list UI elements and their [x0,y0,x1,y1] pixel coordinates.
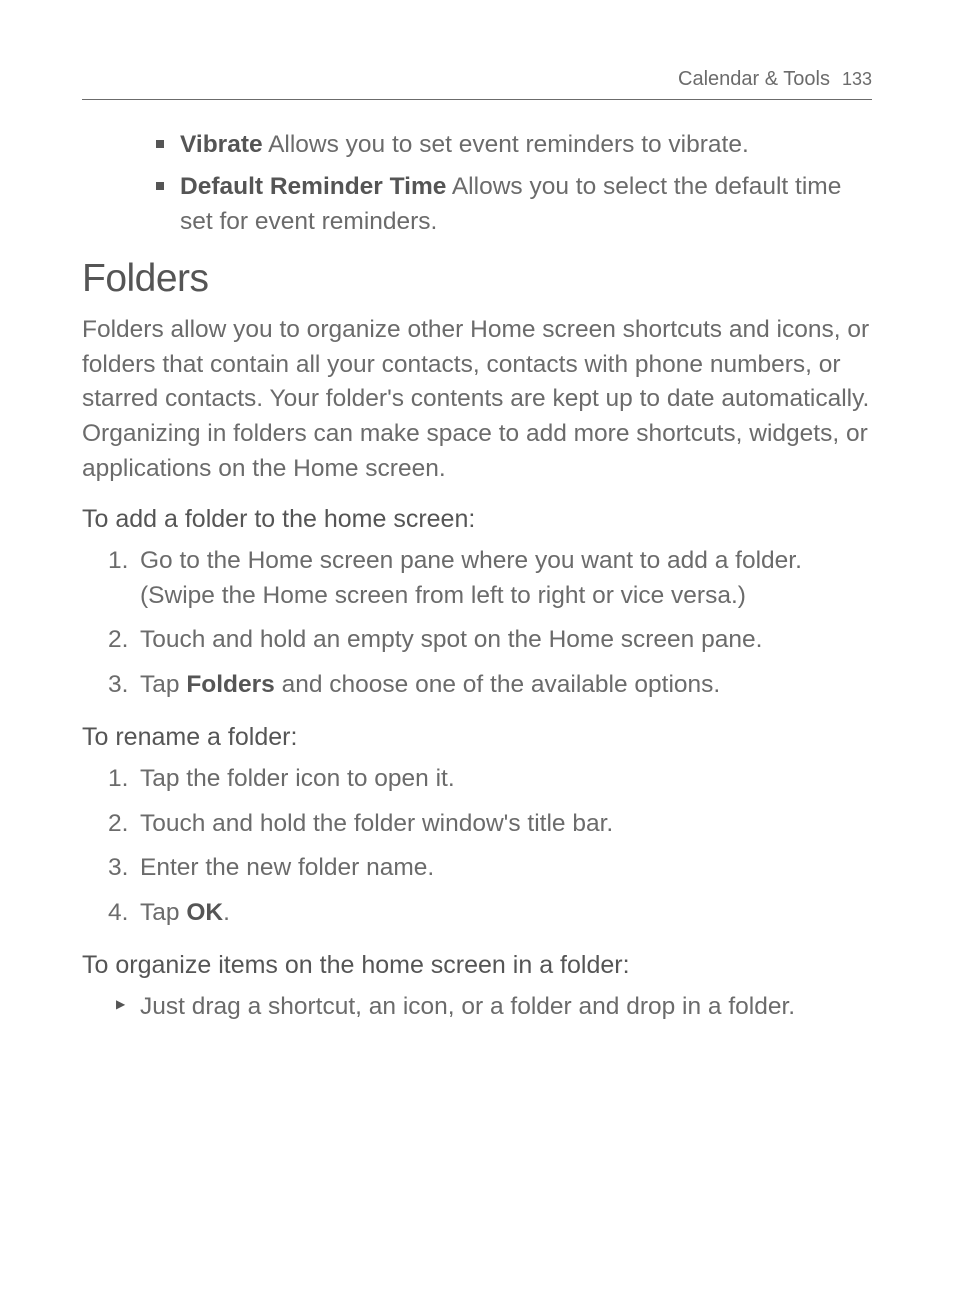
list-item: 4. Tap OK. [108,896,872,931]
item-text-pre: Tap [140,671,186,698]
item-text: Touch and hold an empty spot on the Home… [140,626,762,653]
item-text-post: and choose one of the available options. [275,671,720,698]
item-text: Tap the folder icon to open it. [140,765,455,792]
item-number: 1. [108,544,128,579]
intro-paragraph: Folders allow you to organize other Home… [82,313,872,487]
item-text-post: . [223,899,230,926]
page-header: Calendar & Tools 133 [82,68,872,100]
list-item: 1. Tap the folder icon to open it. [108,762,872,797]
item-text: Touch and hold the folder window's title… [140,810,613,837]
bullet-item-vibrate: Vibrate Allows you to set event reminder… [156,128,872,162]
item-number: 2. [108,807,128,842]
list-item: 2. Touch and hold the folder window's tit… [108,807,872,842]
list-item: 1. Go to the Home screen pane where you w… [108,544,872,614]
item-text: Go to the Home screen pane where you wan… [140,547,802,609]
item-text-pre: Tap [140,899,186,926]
heading-folders: Folders [82,257,872,301]
subheading-add-folder: To add a folder to the home screen: [82,505,872,534]
item-number: 3. [108,668,128,703]
item-number: 2. [108,623,128,658]
list-item: 2. Touch and hold an empty spot on the Ho… [108,623,872,658]
arrow-list-organize: Just drag a shortcut, an icon, or a fold… [82,990,872,1025]
bullet-text: Allows you to set event reminders to vib… [263,131,749,158]
numbered-list-add: 1. Go to the Home screen pane where you w… [82,544,872,703]
numbered-list-rename: 1. Tap the folder icon to open it. 2. Touc… [82,762,872,931]
list-item: 3. Tap Folders and choose one of the avai… [108,668,872,703]
item-text: Enter the new folder name. [140,854,434,881]
header-page-number: 133 [842,69,872,90]
bullet-bold: Vibrate [180,131,263,158]
list-item: 3. Enter the new folder name. [108,851,872,886]
item-bold: Folders [186,671,275,698]
subheading-rename-folder: To rename a folder: [82,723,872,752]
bullet-item-default-reminder: Default Reminder Time Allows you to sele… [156,170,872,239]
bullet-bold: Default Reminder Time [180,173,446,200]
subheading-organize: To organize items on the home screen in … [82,951,872,980]
item-number: 1. [108,762,128,797]
item-number: 3. [108,851,128,886]
top-bullet-list: Vibrate Allows you to set event reminder… [82,128,872,239]
list-item: Just drag a shortcut, an icon, or a fold… [108,990,872,1025]
item-text: Just drag a shortcut, an icon, or a fold… [140,993,795,1020]
item-number: 4. [108,896,128,931]
header-section: Calendar & Tools [678,68,830,91]
item-bold: OK [186,899,223,926]
